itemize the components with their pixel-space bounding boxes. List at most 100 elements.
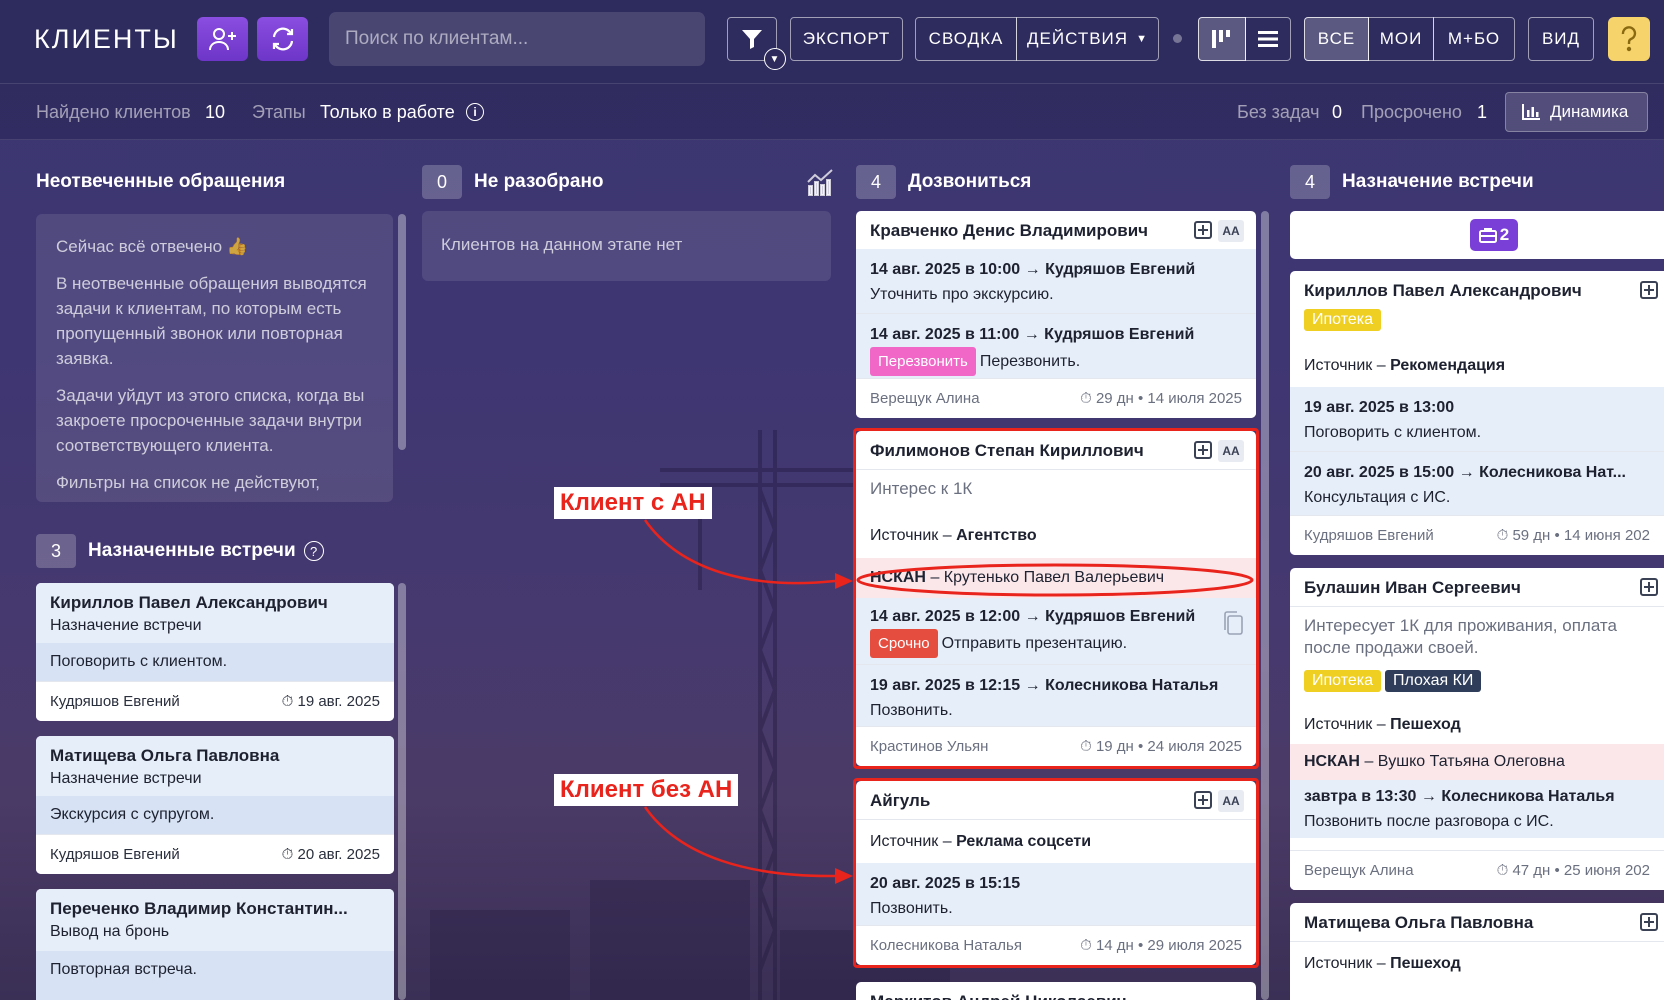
info-icon[interactable]: i xyxy=(466,103,484,121)
recall-tag: Перезвонить xyxy=(870,347,976,376)
column-unsorted-header: 0 Не разобрано xyxy=(422,164,604,200)
meeting-card[interactable]: Переченко Владимир Константин... Вывод н… xyxy=(36,889,394,1000)
add-task-icon[interactable] xyxy=(1194,441,1212,459)
filter-mine-button[interactable]: МОИ xyxy=(1368,17,1434,61)
no-tasks-count: 0 xyxy=(1332,102,1343,122)
client-interest: Интерес к 1К xyxy=(856,469,1256,514)
page-title: КЛИЕНТЫ xyxy=(34,24,179,54)
add-task-icon[interactable] xyxy=(1640,578,1658,596)
card-age: 14 дн • 29 июля 2025 xyxy=(1095,937,1242,954)
briefcase-count: 2 xyxy=(1499,225,1510,244)
stages-label: Этапы xyxy=(252,102,306,122)
no-tasks-label: Без задач xyxy=(1237,102,1320,122)
client-card[interactable]: Айгуль AA Источник – Реклама соцсети 20 … xyxy=(856,781,1256,965)
add-task-icon[interactable] xyxy=(1194,221,1212,239)
overdue-count: 1 xyxy=(1477,102,1488,122)
add-task-icon[interactable] xyxy=(1640,281,1658,299)
add-client-button[interactable] xyxy=(197,17,248,61)
column-meetings-title: Назначенные встречи xyxy=(88,540,296,561)
separator-dot xyxy=(1173,34,1182,43)
refresh-button[interactable] xyxy=(257,17,308,61)
filter-mbo-button[interactable]: М+БО xyxy=(1433,17,1515,61)
unanswered-info-box: Сейчас всё отвечено 👍 В неотвеченные обр… xyxy=(36,214,393,502)
client-card[interactable]: Филимонов Степан Кириллович AA Интерес к… xyxy=(856,431,1256,766)
card-manager: Крастинов Ульян xyxy=(870,738,989,755)
task-heading: завтра в 13:30 → Колесникова Наталья xyxy=(1304,788,1615,805)
unanswered-scrollbar[interactable] xyxy=(398,214,406,450)
found-count: 10 xyxy=(205,102,226,122)
aa-badge[interactable]: AA xyxy=(1218,440,1244,462)
client-card[interactable]: Кириллов Павел Александрович Ипотека Ист… xyxy=(1290,271,1664,555)
list-view-button[interactable] xyxy=(1245,17,1291,61)
actions-label: ДЕЙСТВИЯ xyxy=(1027,29,1129,48)
briefcase-badge[interactable]: 2 xyxy=(1470,219,1518,251)
task-text: Уточнить про экскурсию. xyxy=(870,286,1054,303)
meeting-task: Экскурсия с супругом. xyxy=(36,796,394,834)
task-heading: 14 авг. 2025 в 12:00 → Кудряшов Евгений xyxy=(870,608,1196,625)
add-task-icon[interactable] xyxy=(1194,791,1212,809)
stats-chart-icon[interactable] xyxy=(806,168,836,196)
client-card[interactable]: Кравченко Денис Владимирович AA 14 авг. … xyxy=(856,211,1256,418)
annotation-arrow-2 xyxy=(643,806,853,884)
task-text: Консультация с ИС. xyxy=(1304,489,1451,506)
task-text: Поговорить с клиентом. xyxy=(1304,424,1482,441)
found-label: Найдено клиентов xyxy=(36,102,191,122)
stopwatch-icon: ⏱ xyxy=(1080,390,1092,407)
filter-button[interactable]: ▼ xyxy=(727,17,786,70)
aa-badge[interactable]: AA xyxy=(1218,790,1244,812)
actions-dropdown[interactable]: ДЕЙСТВИЯ ▼ xyxy=(1016,17,1159,61)
list-icon xyxy=(1258,31,1278,47)
card-manager: Колесникова Наталья xyxy=(870,937,1022,954)
card-age: 59 дн • 14 июня 202 xyxy=(1512,527,1650,544)
source-label: Источник – xyxy=(1304,357,1386,374)
source-value: Пешеход xyxy=(1390,716,1461,733)
agency-ellipse-highlight xyxy=(856,563,1254,597)
source-label: Источник – xyxy=(1304,954,1386,972)
add-task-icon[interactable] xyxy=(1640,913,1658,931)
search-input[interactable] xyxy=(329,12,705,66)
card-age: 19 дн • 24 июля 2025 xyxy=(1095,738,1242,755)
client-card[interactable]: Маркитов Андрей Николаевич xyxy=(856,982,1256,1000)
meeting-task: Поговорить с клиентом. xyxy=(36,643,394,681)
help-button[interactable] xyxy=(1608,17,1650,61)
column-unanswered-title: Неотвеченные обращения xyxy=(36,171,286,192)
briefcase-icon xyxy=(1478,228,1497,243)
add-user-icon xyxy=(208,28,236,51)
client-card[interactable]: Булашин Иван Сергеевич Интересует 1К для… xyxy=(1290,568,1664,890)
briefcase-filter-card[interactable]: 2 xyxy=(1290,211,1664,259)
bar-chart-icon xyxy=(1522,104,1540,120)
meeting-client-name: Переченко Владимир Константин... xyxy=(50,899,348,918)
aa-badge[interactable]: AA xyxy=(1218,220,1244,242)
summary-button[interactable]: СВОДКА xyxy=(915,17,1017,61)
client-card[interactable]: Матищева Ольга Павловна Источник – Пешех… xyxy=(1290,903,1664,1000)
view-button[interactable]: ВИД xyxy=(1528,17,1594,61)
unanswered-desc-1: В неотвеченные обращения выводятся задач… xyxy=(56,274,367,368)
card-age: 47 дн • 25 июня 202 xyxy=(1512,862,1650,879)
meeting-client-name: Кириллов Павел Александрович xyxy=(50,593,328,612)
call-scrollbar[interactable] xyxy=(1261,211,1269,1000)
mortgage-tag: Ипотека xyxy=(1304,670,1382,692)
meetings-scrollbar[interactable] xyxy=(398,583,406,1000)
export-button[interactable]: ЭКСПОРТ xyxy=(790,17,903,61)
assign-count: 4 xyxy=(1290,165,1330,199)
agency-name: НСКАН xyxy=(1304,753,1360,770)
top-bar: КЛИЕНТЫ ▼ ЭКСПОРТ СВОДКА ДЕЙСТВИЯ ▼ ВСЕ … xyxy=(0,0,1664,84)
stages-value[interactable]: Только в работе xyxy=(320,102,455,123)
meeting-card[interactable]: Матищева Ольга Павловна Назначение встре… xyxy=(36,736,394,874)
funnel-icon xyxy=(742,30,762,49)
column-meetings-header: 3 Назначенные встречи ? xyxy=(36,533,324,569)
client-interest: Интересует 1К для проживания, оплата пос… xyxy=(1290,606,1664,670)
dynamics-button[interactable]: Динамика xyxy=(1505,92,1648,132)
kanban-view-button[interactable] xyxy=(1198,17,1246,61)
source-value: Рекомендация xyxy=(1390,357,1506,374)
filter-all-button[interactable]: ВСЕ xyxy=(1304,17,1369,61)
meeting-card[interactable]: Кириллов Павел Александрович Назначение … xyxy=(36,583,394,721)
meeting-stage: Назначение встречи xyxy=(50,770,202,787)
unanswered-desc-2: Задачи уйдут из этого списка, когда вы з… xyxy=(56,386,365,455)
copy-icon[interactable] xyxy=(1222,610,1244,636)
task-text: Позвонить. xyxy=(870,900,953,917)
source-value: Реклама соцсети xyxy=(956,832,1092,850)
column-call-title: Дозвониться xyxy=(908,171,1032,192)
source-label: Источник – xyxy=(870,527,952,544)
help-circle-icon[interactable]: ? xyxy=(303,541,324,561)
